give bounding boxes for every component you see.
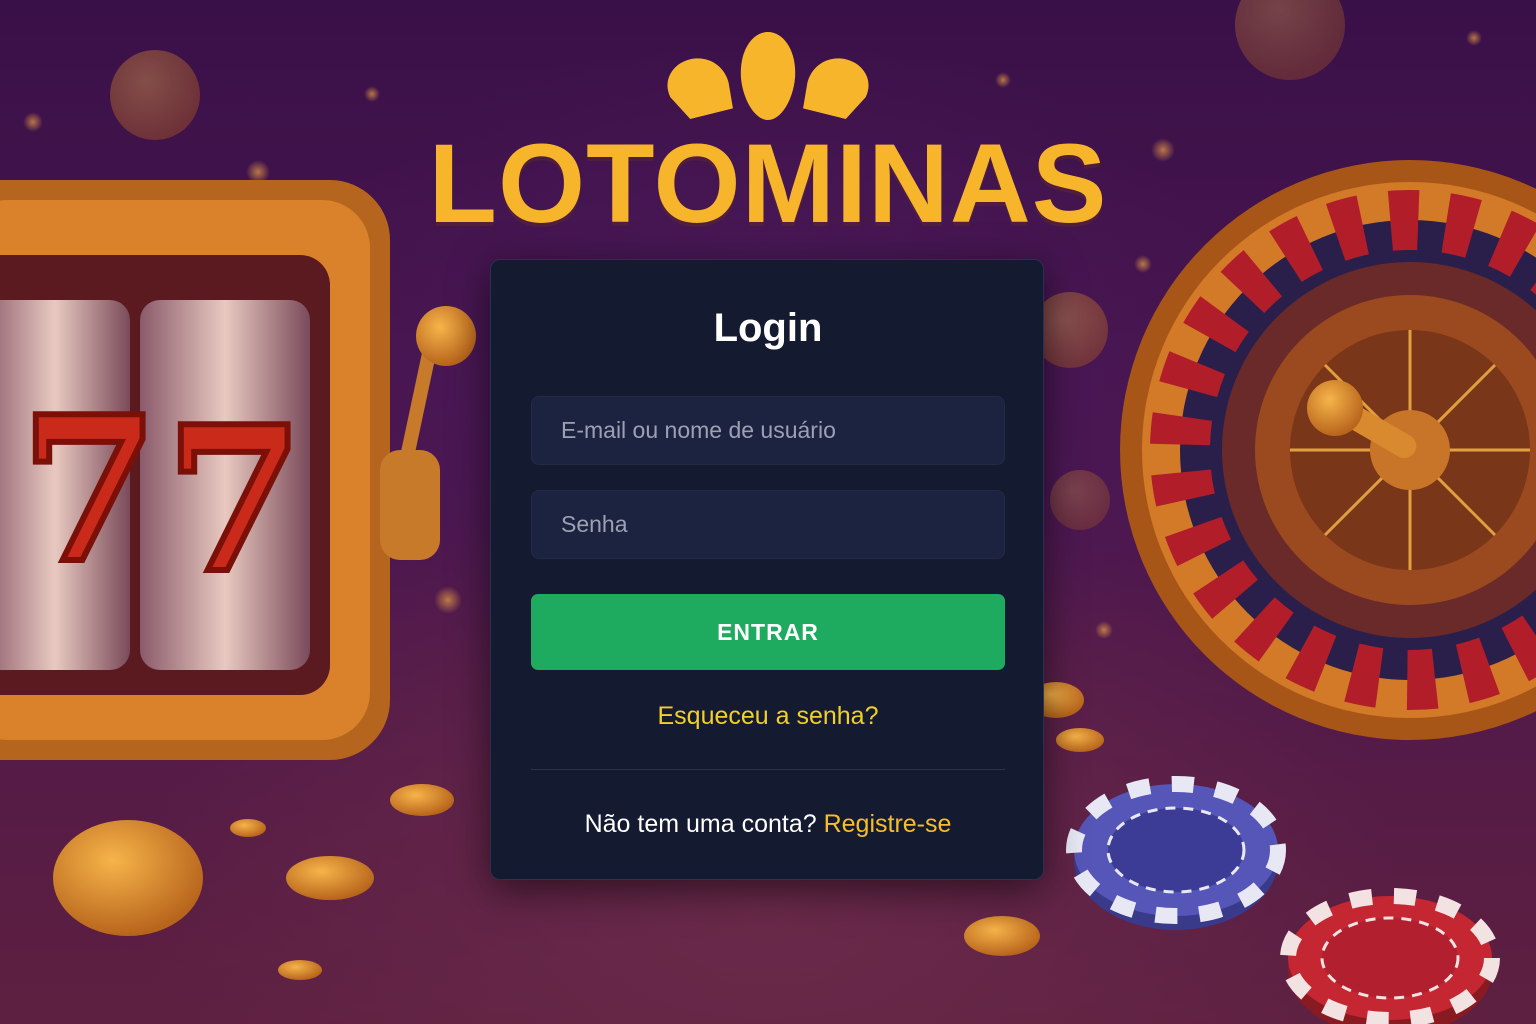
crown-logo-icon [667,32,869,120]
register-link[interactable]: Registre-se [824,810,952,838]
casino-chip-icon [1066,776,1500,1024]
forgot-password-link[interactable]: Esqueceu a senha? [491,700,1045,732]
login-card: Login ENTRAR Esqueceu a senha? Não tem u… [490,259,1044,880]
svg-text:7: 7 [165,383,304,618]
password-input[interactable] [531,490,1005,559]
brand-name: LOTOMINAS [428,121,1108,246]
email-username-input[interactable] [531,396,1005,465]
login-page: 7 7 LOTOMINAS Login E-mail ou nome de us… [0,0,1536,1024]
enter-button[interactable]: ENTRAR [531,594,1005,670]
login-title: Login [713,306,823,350]
register-prompt: Não tem uma conta? Registre-se [491,808,1045,840]
brand-logo: LOTOMINAS [0,28,1536,240]
roulette-wheel-icon [1120,160,1536,740]
no-account-text: Não tem uma conta? [584,810,817,838]
svg-text:7: 7 [20,373,159,608]
slot-machine-icon: 7 7 [0,180,476,760]
divider [531,769,1005,770]
